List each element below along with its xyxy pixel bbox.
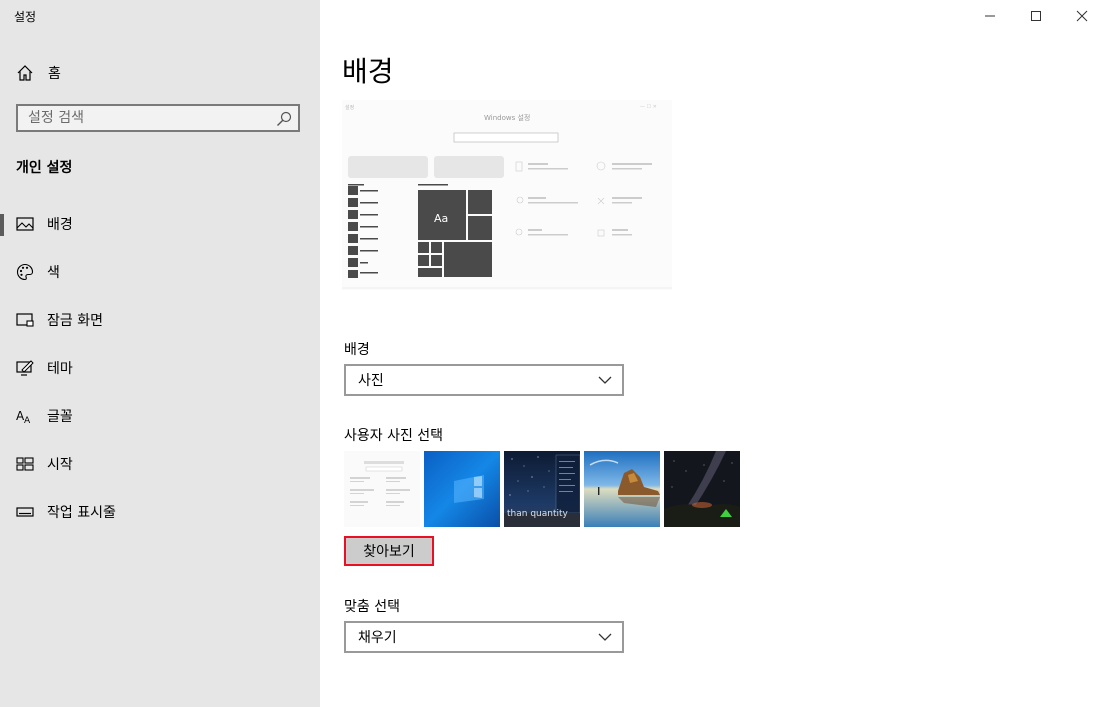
background-label: 배경 [344,342,370,358]
main-content: 배경 설정 — ☐ ✕ Windows 설정 Aa 배경 사진 사용자 사진 선… [320,0,1105,707]
preview-tile-label: Aa [434,212,448,225]
sidebar-item-taskbar[interactable]: 작업 표시줄 [0,492,320,532]
sidebar-item-label: 배경 [47,217,73,233]
fit-dropdown[interactable]: 채우기 [344,621,624,653]
thumbnail-starry-night[interactable]: than quantity [504,451,580,527]
lock-screen-icon [16,311,34,329]
home-nav-item[interactable]: 홈 [16,62,61,84]
background-dropdown[interactable]: 사진 [344,364,624,396]
sidebar-item-label: 작업 표시줄 [47,505,116,521]
home-icon [17,65,33,81]
thumbnail-milky-way[interactable] [664,451,740,527]
fit-label: 맞춤 선택 [344,599,400,615]
search-icon[interactable] [276,111,292,127]
picture-thumbnails: than quantity [344,451,740,527]
sidebar: 설정 홈 개인 설정 배경 색 잠금 화면 테마 [0,0,320,707]
svg-text:설정: 설정 [345,104,354,111]
taskbar-icon [16,503,34,521]
sidebar-item-fonts[interactable]: AA 글꼴 [0,396,320,436]
choose-picture-label: 사용자 사진 선택 [344,428,444,444]
sidebar-item-label: 잠금 화면 [47,313,103,329]
start-icon [16,455,34,473]
app-title: 설정 [14,10,37,24]
svg-text:A: A [24,416,31,424]
thumbnail-settings-screenshot[interactable] [344,451,420,527]
background-dropdown-value: 사진 [358,373,384,389]
sidebar-item-themes[interactable]: 테마 [0,348,320,388]
chevron-down-icon [598,376,612,384]
search-input[interactable] [18,106,278,130]
sidebar-item-label: 색 [47,265,60,281]
page-title: 배경 [342,55,394,88]
fit-dropdown-value: 채우기 [358,630,397,646]
theme-icon [16,359,34,377]
sidebar-item-start[interactable]: 시작 [0,444,320,484]
palette-icon [16,263,34,281]
sidebar-item-label: 글꼴 [47,409,73,425]
home-label: 홈 [48,66,61,82]
font-icon: AA [16,407,34,425]
chevron-down-icon [598,633,612,641]
sidebar-item-background[interactable]: 배경 [0,204,320,244]
search-box[interactable] [16,104,300,132]
thumbnail-beach-rock[interactable] [584,451,660,527]
sidebar-item-label: 테마 [47,361,73,377]
thumbnail-windows-blue[interactable] [424,451,500,527]
sidebar-item-lock-screen[interactable]: 잠금 화면 [0,300,320,340]
svg-text:— ☐ ✕: — ☐ ✕ [640,104,657,110]
section-title: 개인 설정 [16,160,73,176]
browse-button[interactable]: 찾아보기 [344,536,434,566]
background-preview: 설정 — ☐ ✕ Windows 설정 Aa [342,100,672,290]
sidebar-item-label: 시작 [47,457,73,473]
thumbnail-caption: than quantity [507,509,568,519]
preview-window-title: Windows 설정 [484,113,530,122]
preview-illustration: 설정 — ☐ ✕ Windows 설정 Aa [342,100,672,290]
picture-icon [16,215,34,233]
sidebar-item-color[interactable]: 색 [0,252,320,292]
